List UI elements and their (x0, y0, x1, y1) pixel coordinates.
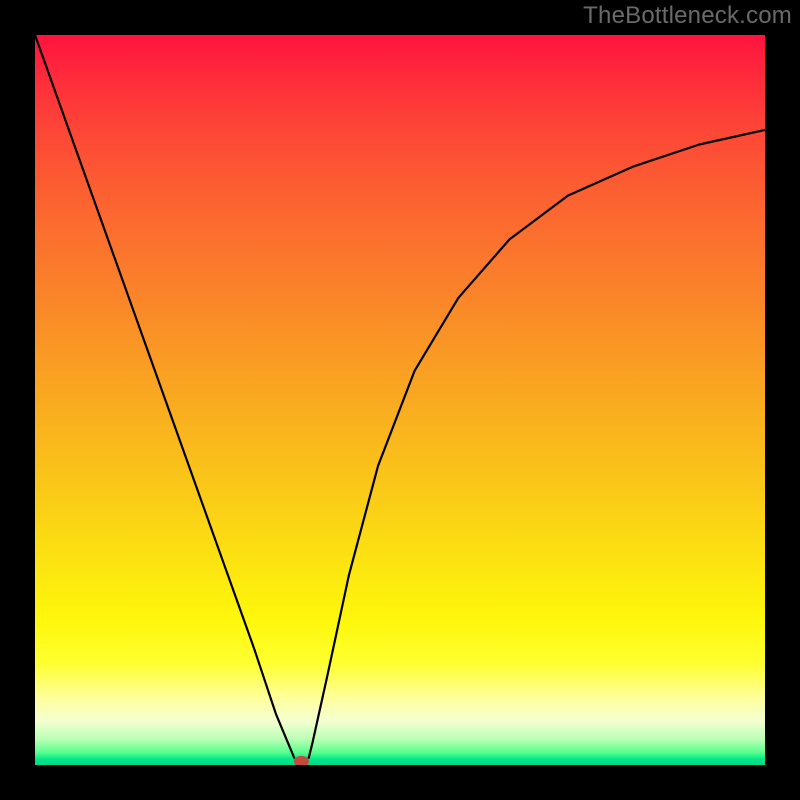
chart-frame: TheBottleneck.com (0, 0, 800, 800)
curve-left-branch (35, 35, 294, 758)
chart-svg (35, 35, 765, 765)
minimum-marker (294, 756, 308, 765)
watermark-text: TheBottleneck.com (583, 2, 792, 30)
plot-area (35, 35, 765, 765)
curve-right-branch (309, 130, 765, 758)
